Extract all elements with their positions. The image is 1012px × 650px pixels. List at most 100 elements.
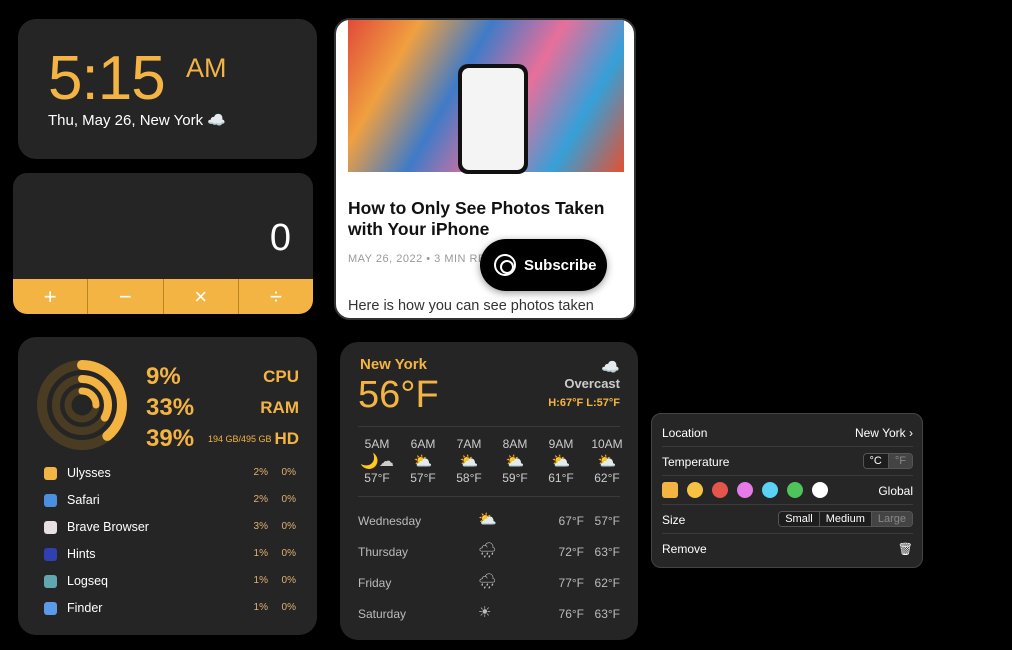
divide-button[interactable]: ÷	[239, 279, 313, 314]
app-cpu: 2%	[253, 494, 268, 505]
weather-condition: Overcast	[564, 376, 620, 391]
weather-icon: ⛅	[597, 453, 617, 470]
hour-temp: 61°F	[548, 471, 574, 485]
app-other: 0%	[281, 575, 296, 586]
app-row[interactable]: Logseq 1% 0%	[44, 573, 300, 591]
chevron-right-icon: ›	[909, 426, 913, 440]
app-name: Hints	[67, 547, 96, 561]
weather-icon: ⛅	[551, 453, 571, 470]
app-row[interactable]: Ulysses 2% 0%	[44, 465, 300, 483]
trash-icon[interactable]: 🗑	[898, 542, 913, 556]
hd-label: HD	[274, 429, 299, 448]
day-forecast: Wednesday ⛅ 67°F 57°F	[358, 511, 620, 528]
day-name: Thursday	[358, 545, 409, 559]
weather-icon: ⛅	[478, 511, 497, 528]
subscribe-label: Subscribe	[524, 256, 597, 274]
app-row[interactable]: Safari 2% 0%	[44, 492, 300, 510]
system-monitor-widget[interactable]: 9% 33% 39% CPU RAM HD 194 GB/495 GB Ulys…	[18, 337, 317, 635]
location-row[interactable]: Location New York ›	[662, 418, 913, 447]
color-scope[interactable]: Global	[878, 484, 913, 498]
subscribe-button[interactable]: Subscribe	[480, 239, 607, 291]
article-meta: MAY 26, 2022 • 3 MIN READ	[348, 253, 503, 265]
app-name: Brave Browser	[67, 520, 149, 534]
hour-time: 8AM	[502, 437, 528, 451]
temperature-label: Temperature	[662, 455, 730, 469]
weather-icon: ⛅	[459, 453, 479, 470]
hour-temp: 57°F	[410, 471, 436, 485]
weather-icon: 🌙☁	[360, 453, 394, 470]
hd-percent: 39%	[146, 425, 195, 452]
hour-forecast: 6AM ⛅ 57°F	[400, 437, 446, 485]
weather-widget[interactable]: New York 56°F ☁️ Overcast H:67°F L:57°F …	[340, 342, 638, 640]
weather-icon: ⛅	[505, 453, 525, 470]
hour-time: 6AM	[410, 437, 436, 451]
clock-time: 5:15	[48, 44, 166, 113]
app-icon	[44, 602, 57, 615]
size-small[interactable]: Small	[779, 512, 820, 526]
color-swatch[interactable]	[812, 482, 828, 498]
clock-ampm: AM	[186, 53, 227, 83]
weather-icon: 🌧	[478, 542, 498, 559]
size-medium[interactable]: Medium	[819, 512, 872, 526]
hour-time: 9AM	[548, 437, 574, 451]
subscribe-icon	[494, 254, 516, 276]
calculator-widget[interactable]: 0 + − × ÷	[13, 173, 313, 314]
app-row[interactable]: Brave Browser 3% 0%	[44, 519, 300, 537]
day-name: Wednesday	[358, 514, 422, 528]
add-button[interactable]: +	[13, 279, 89, 314]
multiply-button[interactable]: ×	[164, 279, 239, 314]
app-row[interactable]: Finder 1% 0%	[44, 600, 300, 618]
app-icon	[44, 494, 57, 507]
location-value: New York	[854, 426, 906, 440]
app-cpu: 1%	[253, 548, 268, 559]
weather-icon: 🌧	[478, 573, 498, 590]
usage-rings	[37, 360, 127, 450]
color-swatch[interactable]	[662, 482, 678, 498]
calculator-display: 0	[269, 217, 291, 259]
subtract-button[interactable]: −	[88, 279, 164, 314]
hour-forecast: 9AM ⛅ 61°F	[538, 437, 584, 485]
day-low: 57°F	[594, 514, 620, 528]
day-forecast: Thursday 🌧 72°F 63°F	[358, 542, 620, 559]
celsius-option[interactable]: °C	[863, 454, 889, 468]
color-swatch[interactable]	[687, 482, 703, 498]
hour-forecast: 8AM ⛅ 59°F	[492, 437, 538, 485]
app-icon	[44, 467, 57, 480]
hour-temp: 59°F	[502, 471, 528, 485]
hour-temp: 58°F	[456, 471, 482, 485]
size-large[interactable]: Large	[871, 512, 912, 526]
clock-date: Thu, May 26, New York ☁️	[48, 112, 226, 129]
app-cpu: 3%	[253, 521, 268, 532]
app-row[interactable]: Hints 1% 0%	[44, 546, 300, 564]
app-name: Logseq	[67, 574, 109, 588]
hour-forecast: 7AM ⛅ 58°F	[446, 437, 492, 485]
app-other: 0%	[281, 548, 296, 559]
color-swatch[interactable]	[712, 482, 728, 498]
day-forecast: Saturday ☀ 76°F 63°F	[358, 604, 620, 621]
color-swatch[interactable]	[787, 482, 803, 498]
widget-settings-popover: Location New York › Temperature °C °F Glo…	[651, 413, 923, 568]
hour-time: 7AM	[456, 437, 482, 451]
day-low: 63°F	[594, 545, 620, 559]
day-low: 62°F	[594, 576, 620, 590]
hour-temp: 57°F	[364, 471, 390, 485]
color-swatch[interactable]	[737, 482, 753, 498]
remove-row[interactable]: Remove 🗑	[662, 534, 913, 563]
app-other: 0%	[281, 602, 296, 613]
weather-icon: ⛅	[413, 453, 433, 470]
article-title[interactable]: How to Only See Photos Taken with Your i…	[348, 198, 628, 240]
day-high: 77°F	[558, 576, 584, 590]
fahrenheit-option[interactable]: °F	[888, 454, 912, 468]
cpu-label: CPU	[263, 367, 299, 386]
app-other: 0%	[281, 494, 296, 505]
size-label: Size	[662, 513, 686, 527]
cpu-percent: 9%	[146, 363, 181, 390]
app-cpu: 1%	[253, 602, 268, 613]
color-swatch[interactable]	[762, 482, 778, 498]
ram-percent: 33%	[146, 394, 195, 421]
article-excerpt: Here is how you can see photos taken	[348, 298, 594, 314]
clock-widget[interactable]: 5:15 AM Thu, May 26, New York ☁️	[18, 19, 317, 159]
app-cpu: 1%	[253, 575, 268, 586]
divider	[358, 426, 620, 427]
app-other: 0%	[281, 467, 296, 478]
